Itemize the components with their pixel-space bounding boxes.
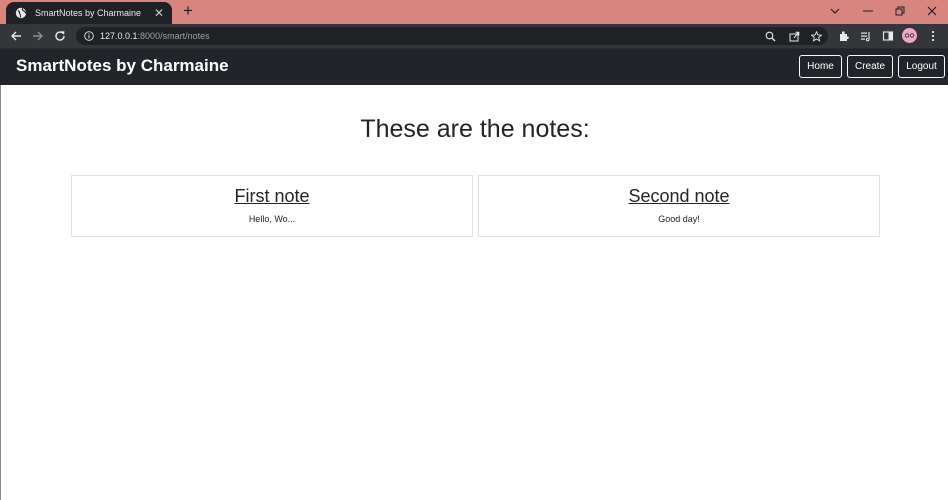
forward-icon[interactable] xyxy=(30,28,46,44)
browser-toolbar: 127.0.0.1:8000/smart/notes xyxy=(0,24,948,49)
page-title: These are the notes: xyxy=(360,115,590,143)
address-bar[interactable]: 127.0.0.1:8000/smart/notes xyxy=(76,27,828,45)
close-icon[interactable]: ✕ xyxy=(152,6,166,20)
url-path: :8000/smart/notes xyxy=(137,31,210,41)
browser-tab-active[interactable]: SmartNotes by Charmaine ✕ xyxy=(6,2,172,24)
extensions-icon[interactable] xyxy=(836,28,852,44)
back-icon[interactable] xyxy=(8,28,24,44)
note-card: First note Hello, Wo... xyxy=(71,175,473,237)
page-content: These are the notes: First note Hello, W… xyxy=(0,85,948,500)
restore-icon[interactable] xyxy=(885,2,915,20)
zoom-icon[interactable] xyxy=(762,28,778,44)
home-button[interactable]: Home xyxy=(799,55,842,78)
note-preview: Hello, Wo... xyxy=(248,214,296,224)
logout-button[interactable]: Logout xyxy=(898,55,945,78)
note-preview: Good day! xyxy=(658,214,700,224)
note-title-link[interactable]: First note xyxy=(72,186,472,207)
url-host: 127.0.0.1 xyxy=(100,31,138,41)
create-button[interactable]: Create xyxy=(847,55,893,78)
note-card: Second note Good day! xyxy=(478,175,880,237)
site-navbar: SmartNotes by Charmaine Home Create Logo… xyxy=(0,49,948,85)
profile-avatar[interactable] xyxy=(902,28,917,43)
side-panel-icon[interactable] xyxy=(880,28,896,44)
menu-icon[interactable] xyxy=(925,28,941,44)
new-tab-icon[interactable]: + xyxy=(180,2,196,19)
minimize-icon[interactable] xyxy=(853,2,883,20)
info-icon[interactable] xyxy=(84,31,94,41)
browser-tab-strip: SmartNotes by Charmaine ✕ + xyxy=(0,0,948,24)
reload-icon[interactable] xyxy=(52,28,68,44)
share-icon[interactable] xyxy=(786,28,802,44)
note-title-link[interactable]: Second note xyxy=(479,186,879,207)
globe-icon xyxy=(15,7,27,19)
bookmark-star-icon[interactable] xyxy=(808,28,824,44)
site-brand[interactable]: SmartNotes by Charmaine xyxy=(16,56,229,76)
tab-title: SmartNotes by Charmaine xyxy=(35,8,142,18)
reading-list-icon[interactable] xyxy=(858,28,874,44)
window-close-icon[interactable] xyxy=(917,2,947,20)
chevron-down-icon[interactable] xyxy=(820,2,850,20)
url-text: 127.0.0.1:8000/smart/notes xyxy=(100,31,210,41)
